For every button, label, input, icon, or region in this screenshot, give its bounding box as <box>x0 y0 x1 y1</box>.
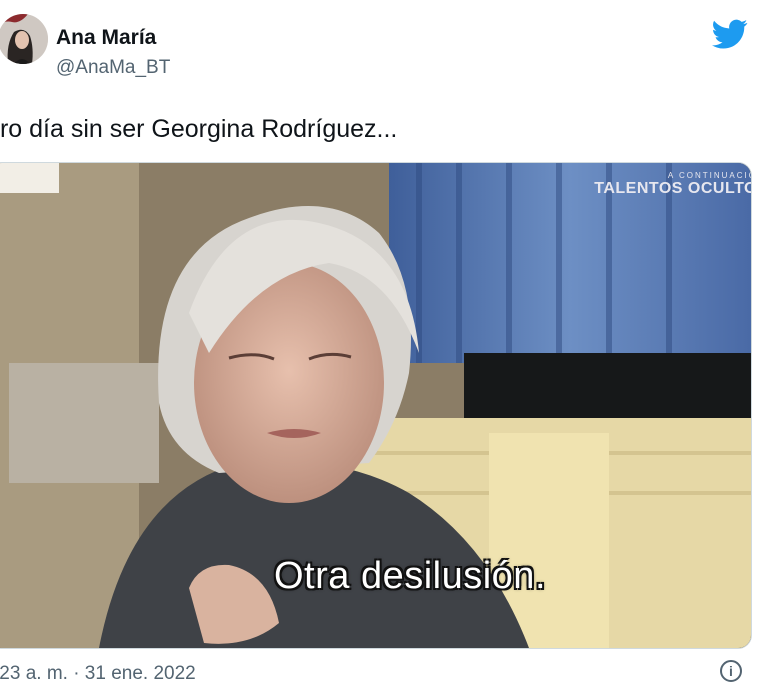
tweet-text: tro día sin ser Georgina Rodríguez... <box>0 115 398 143</box>
tweet-media-image[interactable]: A CONTINUACIÓ TALENTOS OCULTO Otra desil… <box>0 162 752 649</box>
meme-caption: Otra desilusión. <box>273 555 546 597</box>
watermark-big: TALENTOS OCULTO <box>594 180 752 197</box>
author-name[interactable]: Ana María <box>56 26 156 50</box>
watermark-small: A CONTINUACIÓ <box>667 171 752 180</box>
author-handle[interactable]: @AnaMa_BT <box>56 57 170 79</box>
info-icon[interactable]: i <box>720 660 742 682</box>
video-watermark: A CONTINUACIÓ TALENTOS OCULTO <box>594 171 752 198</box>
author-avatar[interactable] <box>0 14 48 64</box>
tweet-timestamp[interactable]: :23 a. m. · 31 ene. 2022 <box>0 663 196 685</box>
twitter-bird-icon[interactable] <box>711 16 749 52</box>
